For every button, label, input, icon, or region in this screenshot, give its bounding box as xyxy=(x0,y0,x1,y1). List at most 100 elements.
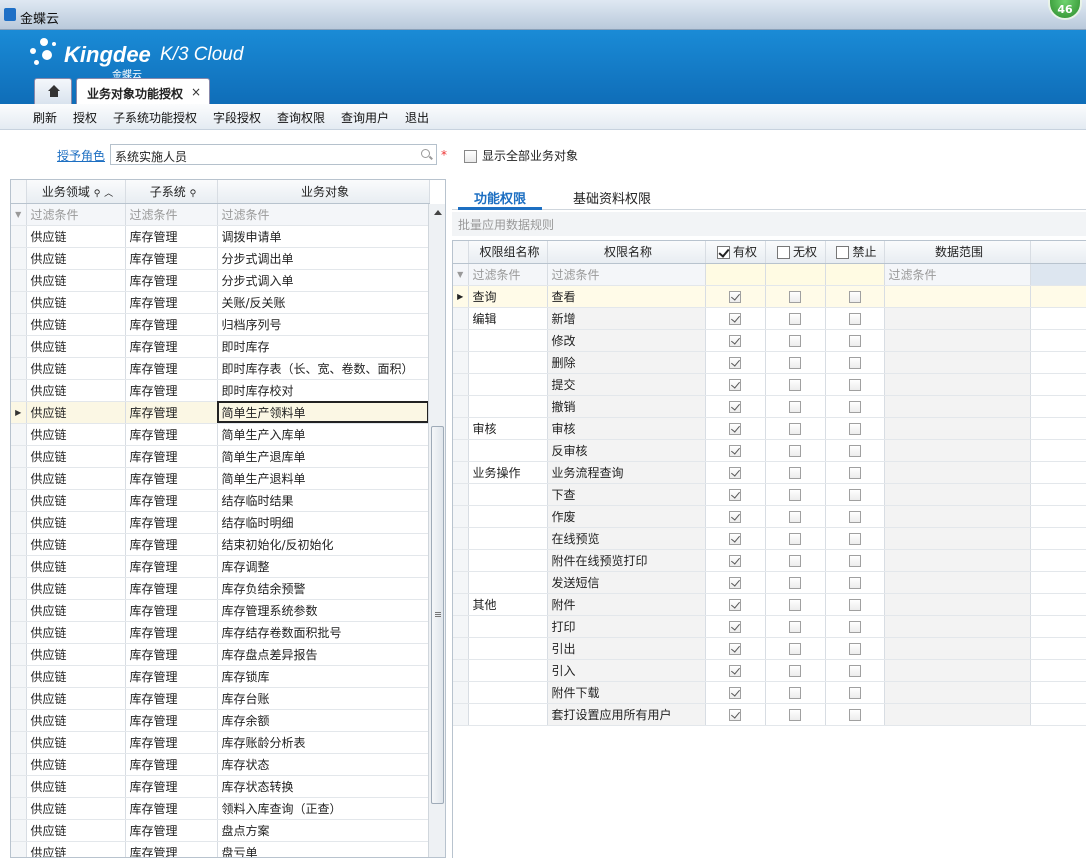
tab-business-object-auth[interactable]: 业务对象功能授权 × xyxy=(76,78,210,104)
object-cell[interactable]: 库存盘点差异报告 xyxy=(217,643,430,666)
subsystem-cell[interactable]: 库存管理 xyxy=(125,401,218,424)
object-cell[interactable]: 即时库存校对 xyxy=(217,379,430,402)
batch-apply-rule-button[interactable]: 批量应用数据规则 xyxy=(452,212,1086,236)
object-cell[interactable]: 分步式调出单 xyxy=(217,247,430,270)
table-row[interactable]: 作废 xyxy=(453,505,1086,528)
scope-cell[interactable] xyxy=(884,395,1031,418)
object-cell[interactable]: 简单生产退库单 xyxy=(217,445,430,468)
allow-checkbox[interactable] xyxy=(729,576,741,589)
subsystem-cell[interactable]: 库存管理 xyxy=(125,643,218,666)
table-row[interactable]: 供应链 库存管理 库存盘点差异报告 xyxy=(11,643,430,666)
deny-checkbox[interactable] xyxy=(848,290,861,303)
allow-checkbox[interactable] xyxy=(729,488,741,501)
filter-cell[interactable]: 过滤条件 xyxy=(217,203,430,226)
filter-cell[interactable]: 过滤条件 xyxy=(125,203,218,226)
domain-cell[interactable]: 供应链 xyxy=(26,489,126,512)
table-row[interactable]: ▶ 供应链 库存管理 简单生产领料单 xyxy=(11,401,430,424)
table-row[interactable]: 供应链 库存管理 库存状态转换 xyxy=(11,775,430,798)
subsystem-cell[interactable]: 库存管理 xyxy=(125,577,218,600)
table-row[interactable]: 供应链 库存管理 库存余额 xyxy=(11,709,430,732)
none-checkbox[interactable] xyxy=(789,510,801,523)
allow-checkbox[interactable] xyxy=(729,466,741,479)
subsystem-cell[interactable]: 库存管理 xyxy=(125,753,218,776)
domain-cell[interactable]: 供应链 xyxy=(26,819,126,842)
scroll-up-icon[interactable] xyxy=(434,210,442,215)
object-cell[interactable]: 简单生产入库单 xyxy=(217,423,430,446)
scope-cell[interactable] xyxy=(884,373,1031,396)
none-checkbox[interactable] xyxy=(789,554,801,567)
allow-all-checkbox[interactable] xyxy=(716,246,730,260)
deny-checkbox[interactable] xyxy=(848,488,861,501)
subsystem-cell[interactable]: 库存管理 xyxy=(125,489,218,512)
none-checkbox[interactable] xyxy=(789,532,801,545)
domain-cell[interactable]: 供应链 xyxy=(26,709,126,732)
table-row[interactable]: 供应链 库存管理 即时库存 xyxy=(11,335,430,358)
domain-cell[interactable]: 供应链 xyxy=(26,313,126,336)
refresh-button[interactable]: 刷新 xyxy=(33,109,57,126)
domain-cell[interactable]: 供应链 xyxy=(26,775,126,798)
deny-checkbox[interactable] xyxy=(848,686,861,699)
subsystem-cell[interactable]: 库存管理 xyxy=(125,621,218,644)
tab-function-permission[interactable]: 功能权限 xyxy=(457,188,543,210)
deny-checkbox[interactable] xyxy=(848,620,861,633)
domain-cell[interactable]: 供应链 xyxy=(26,423,126,446)
table-row[interactable]: 引入 xyxy=(453,659,1086,682)
col-header-object[interactable]: 业务对象 xyxy=(217,180,430,204)
allow-checkbox[interactable] xyxy=(729,642,741,655)
domain-cell[interactable]: 供应链 xyxy=(26,599,126,622)
table-row[interactable]: 附件在线预览打印 xyxy=(453,549,1086,572)
allow-checkbox[interactable] xyxy=(729,356,741,369)
filter-cell[interactable]: 过滤条件 xyxy=(547,263,706,286)
none-checkbox[interactable] xyxy=(789,620,801,633)
subsystem-cell[interactable]: 库存管理 xyxy=(125,533,218,556)
allow-checkbox[interactable] xyxy=(729,378,741,391)
table-row[interactable]: 编辑 新增 xyxy=(453,307,1086,330)
table-row[interactable]: 供应链 库存管理 调拨申请单 xyxy=(11,225,430,248)
domain-cell[interactable]: 供应链 xyxy=(26,291,126,314)
object-cell[interactable]: 调拨申请单 xyxy=(217,225,430,248)
object-cell[interactable]: 结束初始化/反初始化 xyxy=(217,533,430,556)
table-row[interactable]: 供应链 库存管理 库存管理系统参数 xyxy=(11,599,430,622)
subsystem-cell[interactable]: 库存管理 xyxy=(125,467,218,490)
deny-checkbox[interactable] xyxy=(848,598,861,611)
table-row[interactable]: 供应链 库存管理 即时库存校对 xyxy=(11,379,430,402)
allow-checkbox[interactable] xyxy=(729,312,741,325)
object-cell[interactable]: 归档序列号 xyxy=(217,313,430,336)
object-cell[interactable]: 结存临时明细 xyxy=(217,511,430,534)
allow-checkbox[interactable] xyxy=(729,290,741,303)
domain-cell[interactable]: 供应链 xyxy=(26,841,126,857)
object-cell[interactable]: 库存调整 xyxy=(217,555,430,578)
object-cell[interactable]: 分步式调入单 xyxy=(217,269,430,292)
scope-cell[interactable] xyxy=(884,593,1031,616)
table-row[interactable]: 业务操作 业务流程查询 xyxy=(453,461,1086,484)
deny-checkbox[interactable] xyxy=(848,312,861,325)
subsystem-cell[interactable]: 库存管理 xyxy=(125,511,218,534)
allow-checkbox[interactable] xyxy=(729,532,741,545)
object-cell[interactable]: 盘点方案 xyxy=(217,819,430,842)
table-row[interactable]: 修改 xyxy=(453,329,1086,352)
none-checkbox[interactable] xyxy=(789,334,801,347)
subsystem-auth-button[interactable]: 子系统功能授权 xyxy=(113,109,197,126)
allow-checkbox[interactable] xyxy=(729,664,741,677)
notification-badge[interactable]: 46 xyxy=(1048,0,1082,20)
domain-cell[interactable]: 供应链 xyxy=(26,511,126,534)
allow-checkbox[interactable] xyxy=(729,334,741,347)
scope-cell[interactable] xyxy=(884,307,1031,330)
subsystem-cell[interactable]: 库存管理 xyxy=(125,555,218,578)
subsystem-cell[interactable]: 库存管理 xyxy=(125,819,218,842)
table-row[interactable]: 供应链 库存管理 归档序列号 xyxy=(11,313,430,336)
domain-cell[interactable]: 供应链 xyxy=(26,467,126,490)
col-header-perm-name[interactable]: 权限名称 xyxy=(547,241,706,264)
object-cell[interactable]: 即时库存 xyxy=(217,335,430,358)
table-row[interactable]: 供应链 库存管理 领料入库查询（正查） xyxy=(11,797,430,820)
tab-basic-data-permission[interactable]: 基础资料权限 xyxy=(573,188,651,207)
object-cell[interactable]: 库存锁库 xyxy=(217,665,430,688)
domain-cell[interactable]: 供应链 xyxy=(26,335,126,358)
table-row[interactable]: 打印 xyxy=(453,615,1086,638)
scope-cell[interactable] xyxy=(884,351,1031,374)
table-row[interactable]: 供应链 库存管理 结存临时结果 xyxy=(11,489,430,512)
subsystem-cell[interactable]: 库存管理 xyxy=(125,775,218,798)
object-cell[interactable]: 库存状态转换 xyxy=(217,775,430,798)
none-checkbox[interactable] xyxy=(789,356,801,369)
table-row[interactable]: 审核 审核 xyxy=(453,417,1086,440)
